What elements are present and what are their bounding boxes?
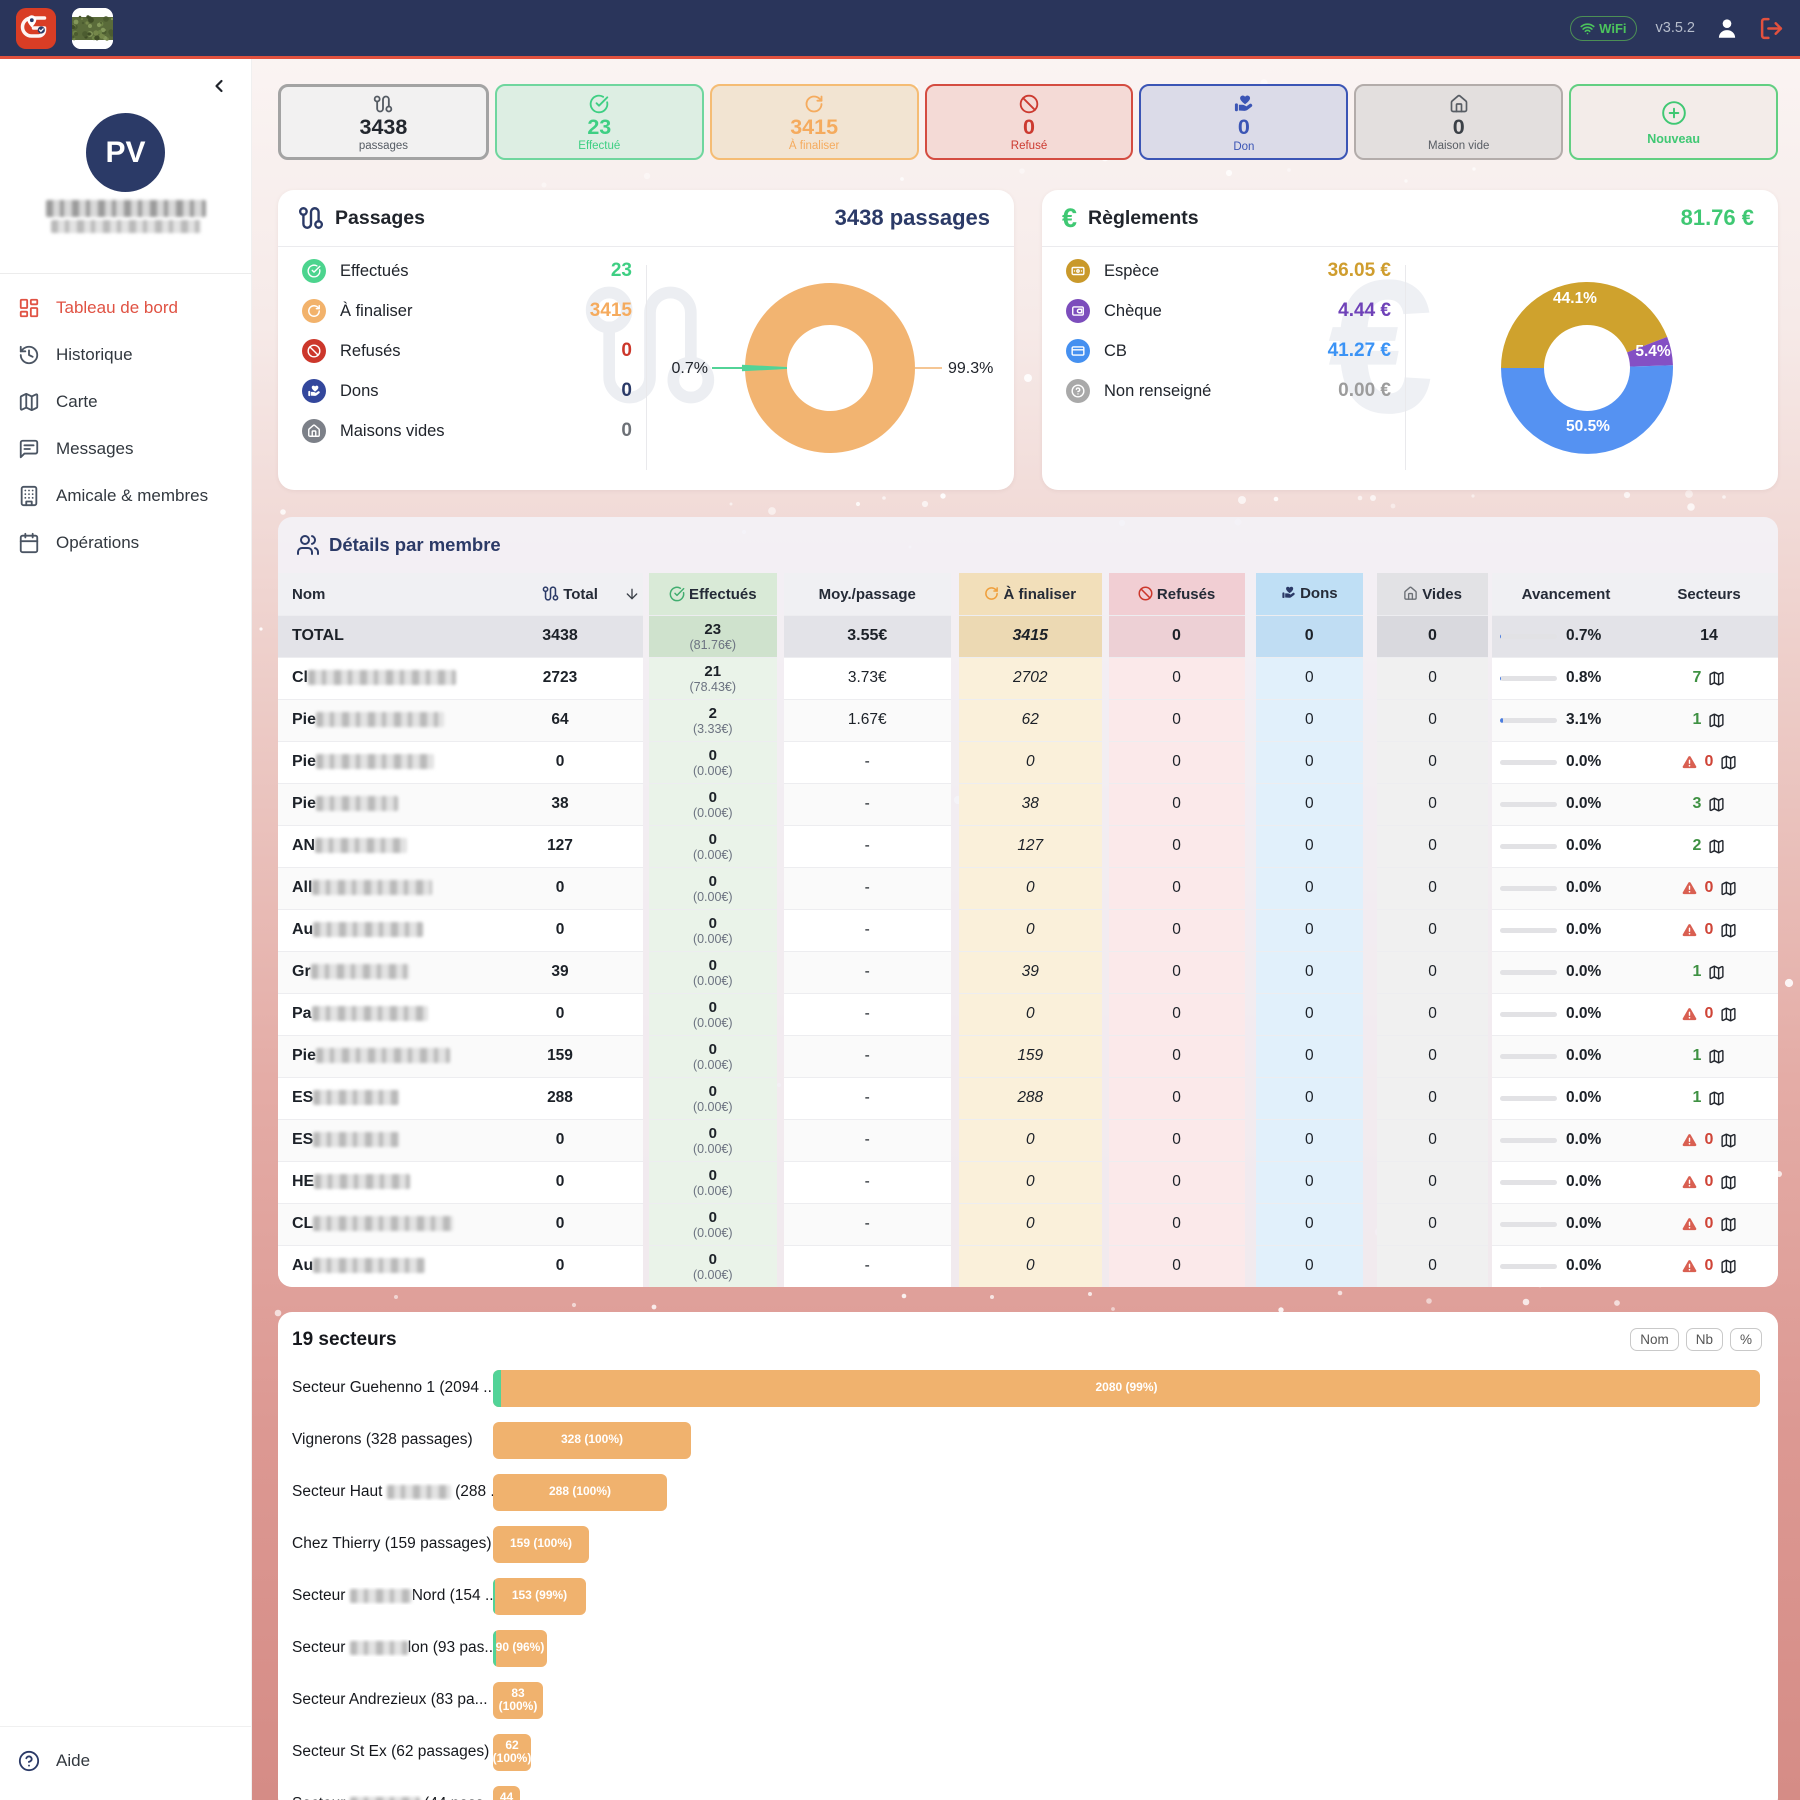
- svg-text:50.5%: 50.5%: [1566, 418, 1610, 435]
- svg-text:0.7%: 0.7%: [672, 360, 708, 377]
- svg-text:5.4%: 5.4%: [1635, 343, 1671, 360]
- svg-text:44.1%: 44.1%: [1553, 290, 1597, 307]
- svg-text:99.3%: 99.3%: [948, 360, 993, 377]
